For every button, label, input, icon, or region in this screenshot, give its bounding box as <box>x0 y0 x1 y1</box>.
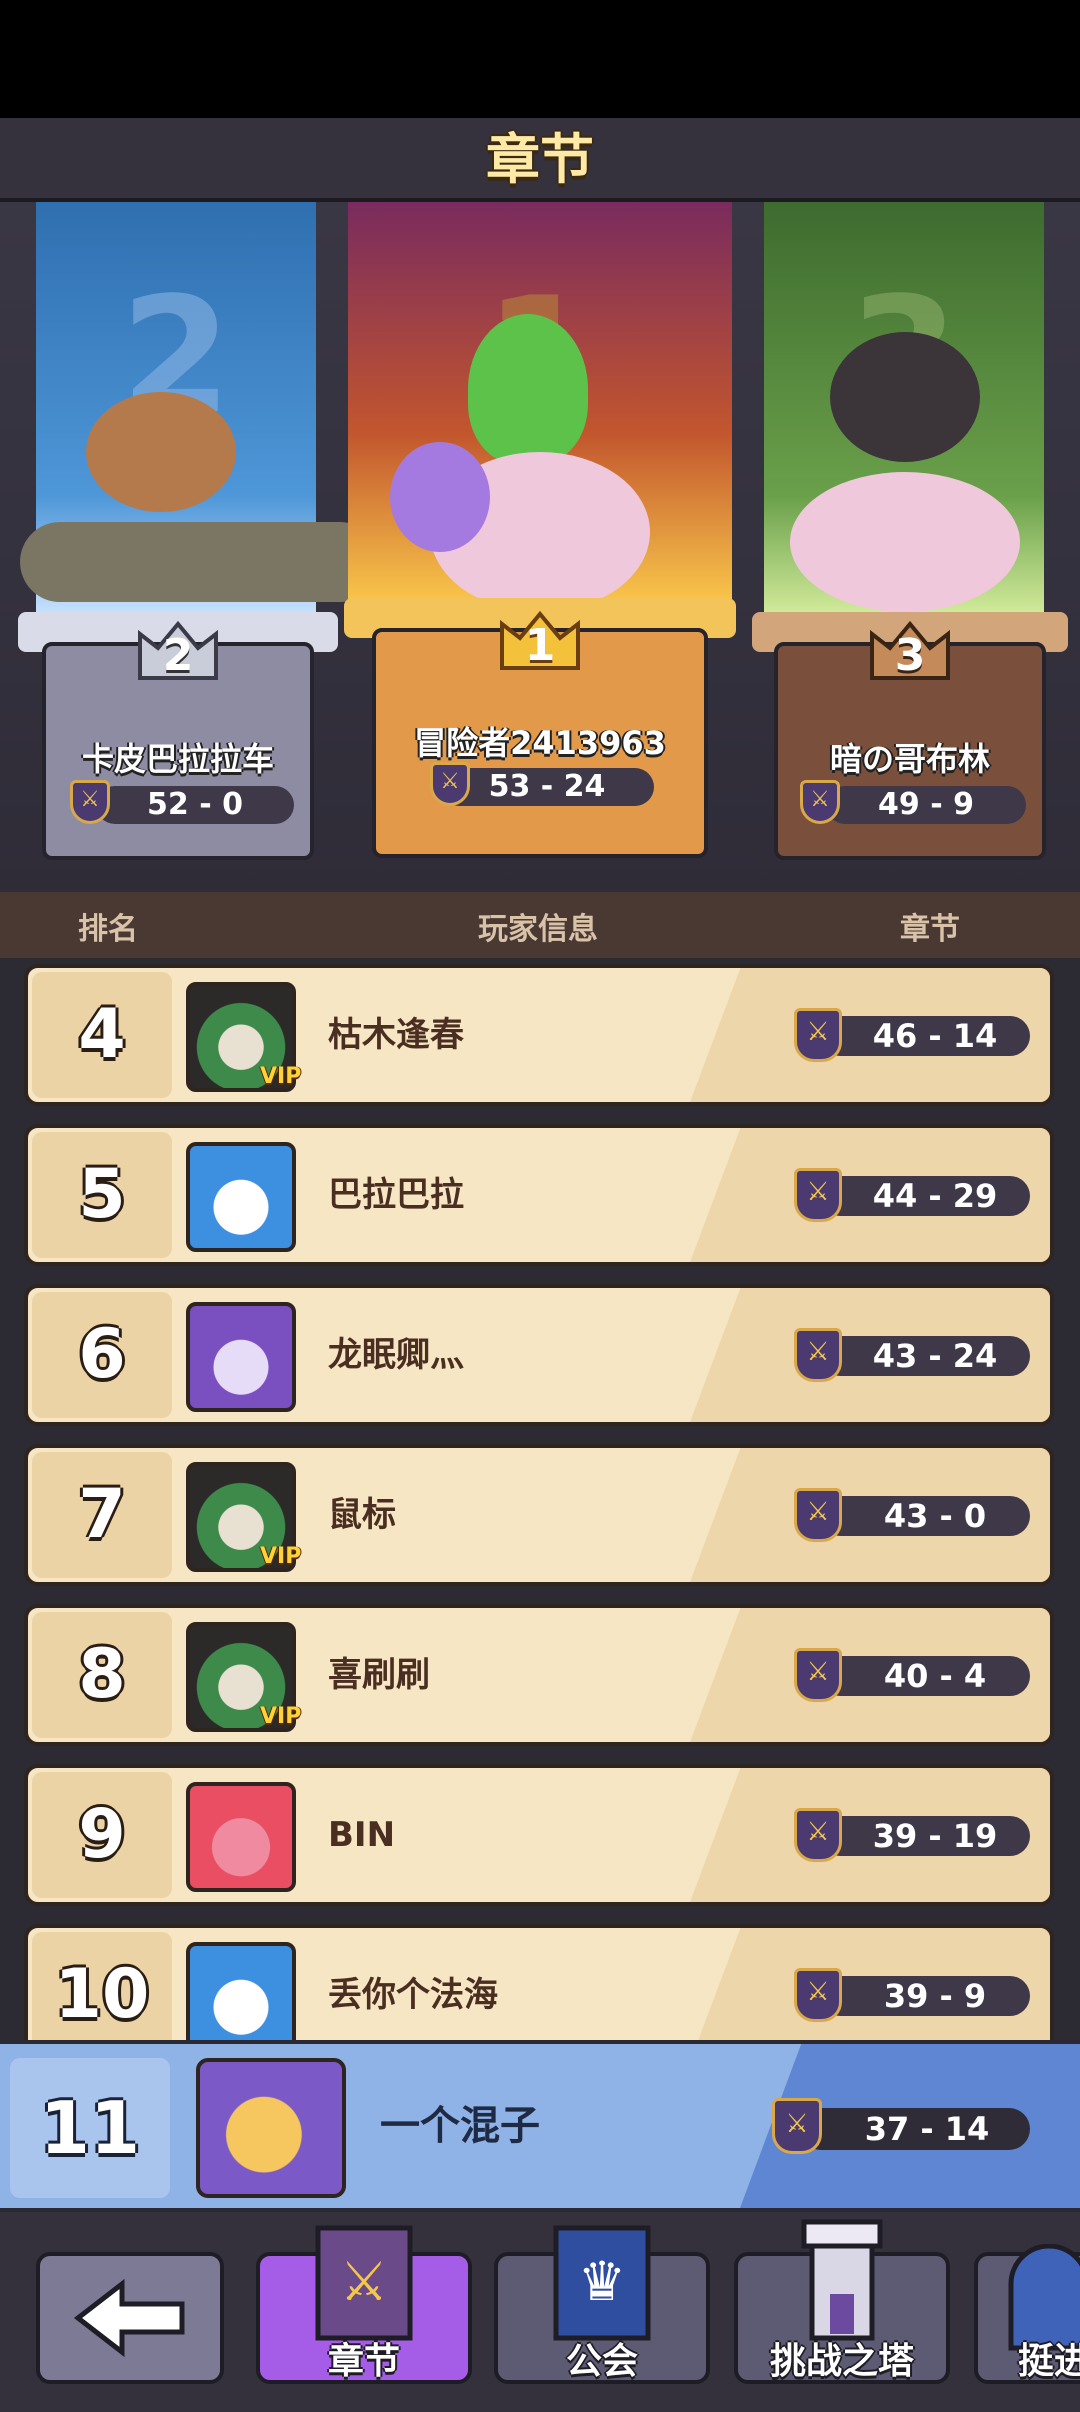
podium-name: 冒险者2413963 <box>414 724 666 762</box>
back-button[interactable] <box>36 2252 224 2384</box>
chapter-shield-icon <box>794 1648 842 1702</box>
guild-banner-icon: ♛ <box>553 2225 651 2341</box>
panda-ninja-character <box>830 332 980 462</box>
list-item[interactable]: 10 丢你个法海 39 - 9 <box>24 1924 1054 2040</box>
list-item[interactable]: 4 VIP 枯木逢春 46 - 14 <box>24 964 1054 1106</box>
chapter-score: 39 - 9 <box>820 1976 1030 2016</box>
rank-number: 7 <box>78 1475 126 1554</box>
crown-second: 2 <box>136 620 220 681</box>
chapter-shield-icon <box>794 1968 842 2022</box>
tab-guild-label: 公会 <box>565 2341 638 2382</box>
chapter-score: 43 - 0 <box>820 1496 1030 1536</box>
svg-text:⚔: ⚔ <box>340 2250 388 2313</box>
podium-score: 49 - 9 <box>826 786 1026 824</box>
list-item[interactable]: 5 巴拉巴拉 44 - 29 <box>24 1124 1054 1266</box>
tab-chapter-label: 章节 <box>327 2341 400 2382</box>
podium-name: 卡皮巴拉拉车 <box>81 740 274 778</box>
chapter-score: 43 - 24 <box>820 1336 1030 1376</box>
my-player-name: 一个混子 <box>380 2103 540 2149</box>
column-header-player: 玩家信息 <box>478 912 598 947</box>
crown-first: 1 <box>498 610 582 671</box>
tab-tower[interactable]: 挑战之塔 <box>734 2219 950 2384</box>
list-item[interactable]: 6 龙眠卿灬 43 - 24 <box>24 1284 1054 1426</box>
player-name: 丢你个法海 <box>328 1975 498 2015</box>
tower-icon <box>801 2219 883 2341</box>
podium: 2 2 卡皮巴拉拉车 52 - 0 1 1 冒险者2413963 53 - 24… <box>0 202 1080 892</box>
vip-badge: VIP <box>260 1704 302 1729</box>
avatar[interactable] <box>186 1302 296 1412</box>
my-chapter-score: 37 - 14 <box>800 2108 1030 2150</box>
player-name: 喜刷刷 <box>328 1655 430 1695</box>
tab-advance[interactable]: 挺进 <box>974 2244 1080 2384</box>
capybara-character <box>86 392 236 512</box>
list-item[interactable]: 8 VIP 喜刷刷 40 - 4 <box>24 1604 1054 1746</box>
tab-guild[interactable]: ♛ 公会 <box>494 2225 710 2384</box>
chapter-shield-icon <box>794 1328 842 1382</box>
crocodile-mount <box>20 522 380 602</box>
my-avatar[interactable] <box>196 2058 346 2198</box>
frog-hood-character <box>468 314 588 464</box>
column-header-rank: 排名 <box>78 912 138 947</box>
chapter-shield-icon <box>794 1168 842 1222</box>
rank-number: 8 <box>78 1635 126 1714</box>
page-title: 章节 <box>486 128 594 191</box>
rank-number: 6 <box>78 1315 126 1394</box>
chapter-shield-icon <box>794 1008 842 1062</box>
rank-number: 4 <box>78 995 126 1074</box>
svg-text:♛: ♛ <box>578 2250 626 2313</box>
arrow-left-icon <box>73 2278 185 2358</box>
column-header-chapter: 章节 <box>900 912 960 947</box>
chapter-shield-icon <box>794 1488 842 1542</box>
ranking-list[interactable]: 4 VIP 枯木逢春 46 - 14 5 巴拉巴拉 44 - 29 6 龙眠卿灬… <box>0 958 1080 2040</box>
chapter-banner-icon: ⚔ <box>315 2225 413 2341</box>
vip-badge: VIP <box>260 1544 302 1569</box>
tab-advance-label: 挺进 <box>1018 2341 1080 2382</box>
chapter-shield-icon <box>800 780 840 824</box>
player-name: 鼠标 <box>328 1495 396 1535</box>
my-rank-bar[interactable]: 11 一个混子 37 - 14 <box>0 2040 1080 2212</box>
tab-chapter[interactable]: ⚔ 章节 <box>256 2225 472 2384</box>
chapter-shield-icon <box>430 762 470 806</box>
my-rank-number: 11 <box>39 2086 141 2170</box>
avatar[interactable] <box>186 1142 296 1252</box>
rank-number: 5 <box>78 1155 126 1234</box>
podium-name: 暗の哥布林 <box>829 740 990 778</box>
podium-score: 53 - 24 <box>440 768 654 806</box>
player-name: 巴拉巴拉 <box>328 1175 464 1215</box>
wing-left <box>390 442 490 552</box>
chapter-score: 39 - 19 <box>820 1816 1030 1856</box>
rank-number: 9 <box>78 1795 126 1874</box>
chapter-shield-icon <box>772 2098 822 2154</box>
pink-creature-mount <box>790 472 1020 612</box>
avatar[interactable] <box>186 1942 296 2040</box>
tab-tower-label: 挑战之塔 <box>769 2341 914 2382</box>
chapter-shield-icon <box>794 1808 842 1862</box>
player-name: BIN <box>328 1815 396 1855</box>
crown-third: 3 <box>868 620 952 681</box>
chapter-shield-icon <box>70 780 110 824</box>
podium-score: 52 - 0 <box>96 786 294 824</box>
player-name: 枯木逢春 <box>328 1015 464 1055</box>
status-bar <box>0 0 1080 118</box>
vip-badge: VIP <box>260 1064 302 1089</box>
list-item[interactable]: 9 BIN 39 - 19 <box>24 1764 1054 1906</box>
chapter-score: 40 - 4 <box>820 1656 1030 1696</box>
avatar[interactable] <box>186 1782 296 1892</box>
rank-number: 10 <box>54 1955 150 2034</box>
chapter-score: 46 - 14 <box>820 1016 1030 1056</box>
player-name: 龙眠卿灬 <box>328 1335 464 1375</box>
list-item[interactable]: 7 VIP 鼠标 43 - 0 <box>24 1444 1054 1586</box>
chapter-score: 44 - 29 <box>820 1176 1030 1216</box>
